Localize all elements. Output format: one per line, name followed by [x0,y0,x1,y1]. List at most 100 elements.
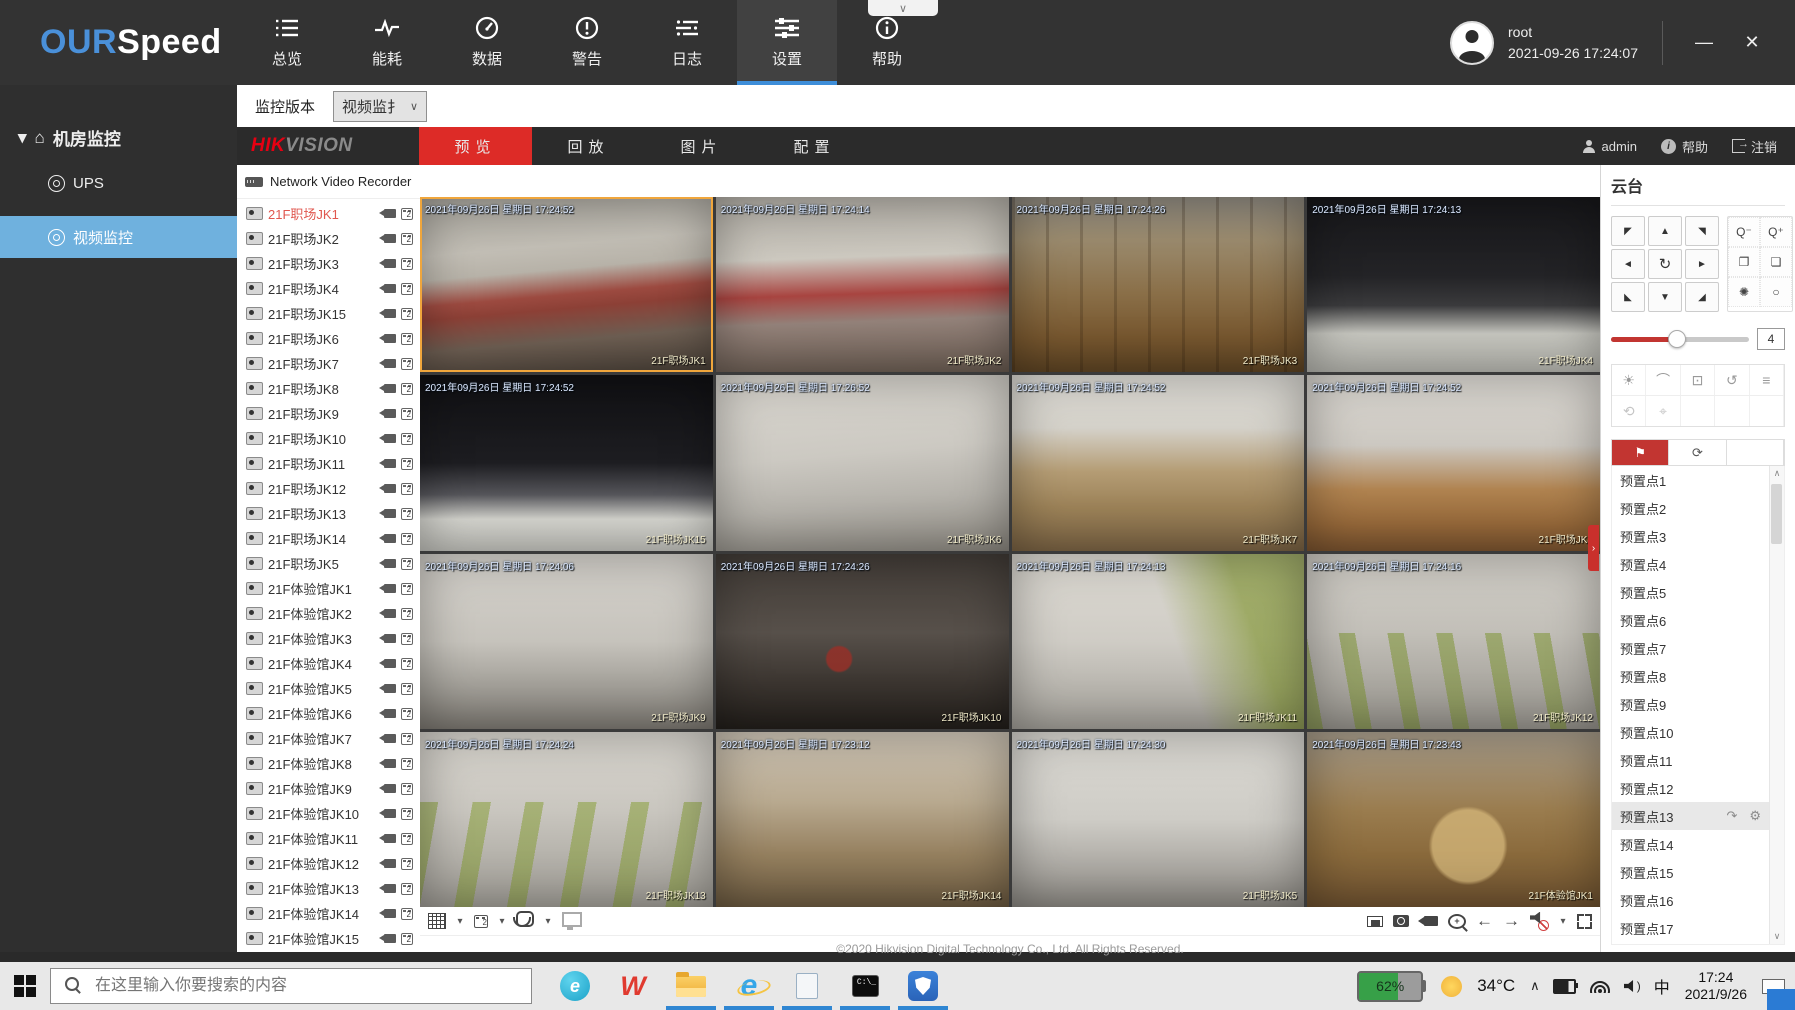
record-icon[interactable] [384,859,396,868]
camera-item[interactable]: 21F职场JK132 [237,501,420,526]
record-icon[interactable] [384,259,396,268]
record-icon[interactable] [384,734,396,743]
camera-item[interactable]: 21F体验馆JK42 [237,651,420,676]
pan-up-right-button[interactable]: ◥ [1685,216,1719,246]
digital-zoom-icon[interactable] [1448,914,1466,929]
sidebar-item-video-monitor[interactable]: 视频监控 [0,216,237,258]
preset-item[interactable]: 预置点6 [1612,606,1769,634]
preset-item[interactable]: 预置点4 [1612,550,1769,578]
preset-item[interactable]: 预置点8 [1612,662,1769,690]
help-link[interactable]: i 帮助 [1661,137,1708,156]
wiper-icon[interactable]: ⌒ [1646,365,1680,395]
taskbar-app-notepad[interactable] [778,962,836,1010]
pan-up-left-button[interactable]: ◤ [1611,216,1645,246]
record-icon[interactable] [384,809,396,818]
record-icon[interactable] [384,334,396,343]
tray-battery-icon[interactable] [1553,979,1576,994]
iris-close-button[interactable]: ✺ [1728,277,1760,307]
stream-select-icon[interactable]: 2 [401,508,413,520]
ptz-tab-patrol[interactable]: ⟳ [1669,440,1726,465]
video-tile[interactable]: 2021年09月26日 星期日 17:24:5221F职场JK7 [1012,375,1305,550]
top-chevron-tab[interactable]: ∨ [868,0,938,16]
stream-type-icon[interactable] [474,915,488,928]
layout-grid-icon[interactable] [428,913,446,929]
stream-select-icon[interactable]: 2 [401,908,413,920]
record-icon[interactable] [384,509,396,518]
nav-data[interactable]: 数据 [437,0,537,85]
nvr-header[interactable]: Network Video Recorder [237,165,420,199]
ptz-tab-pattern[interactable] [1727,440,1784,465]
tray-expand-icon[interactable]: ∧ [1530,978,1540,994]
camera-item[interactable]: 21F体验馆JK92 [237,776,420,801]
video-tile[interactable]: 2021年09月26日 星期日 17:24:0621F职场JK9 [420,554,713,729]
record-icon[interactable] [384,309,396,318]
pan-auto-icon[interactable]: ↺ [1715,365,1749,395]
record-icon[interactable] [384,909,396,918]
admin-link[interactable]: admin [1583,139,1637,154]
scroll-up-icon[interactable]: ∧ [1774,468,1781,479]
stream-select-icon[interactable]: 2 [401,533,413,545]
pan-down-button[interactable]: ▼ [1648,282,1682,312]
record-icon[interactable] [384,759,396,768]
record-icon[interactable] [384,434,396,443]
camera-item[interactable]: 21F体验馆JK112 [237,826,420,851]
stream-select-icon[interactable]: 2 [401,808,413,820]
stream-select-icon[interactable]: 2 [401,558,413,570]
video-tile[interactable]: 2021年09月26日 星期日 17:24:1621F职场JK12 [1307,554,1600,729]
next-page-icon[interactable]: → [1503,912,1520,930]
stream-select-icon[interactable]: 2 [401,483,413,495]
position-3d-icon[interactable]: ⌖ [1646,396,1680,426]
video-tile[interactable]: 2021年09月26日 星期日 17:24:1321F职场JK11 [1012,554,1305,729]
snapshot-icon[interactable] [1393,915,1409,927]
sidebar-item-ups[interactable]: UPS [0,162,237,204]
camera-item[interactable]: 21F职场JK122 [237,476,420,501]
nav-overview[interactable]: 总览 [237,0,337,85]
weather-sun-icon[interactable] [1441,976,1462,997]
preset-item[interactable]: 预置点13↷⚙ [1612,802,1769,830]
ptz-tab-preset[interactable]: ⚑ [1612,440,1669,465]
preset-item[interactable]: 预置点9 [1612,690,1769,718]
video-tile[interactable]: 2021年09月26日 星期日 17:24:5221F职场JK15 [420,375,713,550]
tab-picture[interactable]: 图片 [645,127,758,165]
preset-item[interactable]: 预置点11 [1612,746,1769,774]
focus-far-button[interactable]: ❐ [1728,247,1760,277]
stream-select-icon[interactable]: 2 [401,358,413,370]
stream-select-icon[interactable]: 2 [401,433,413,445]
record-icon[interactable] [384,559,396,568]
preset-item[interactable]: 预置点3 [1612,522,1769,550]
version-dropdown[interactable]: 视频监扌 ∨ [333,91,427,122]
taskbar-search[interactable] [50,968,532,1004]
preset-item[interactable]: 预置点1 [1612,466,1769,494]
blank-a-icon[interactable] [1681,396,1715,426]
slider-thumb[interactable] [1668,330,1686,348]
preset-item[interactable]: 预置点7 [1612,634,1769,662]
video-tile[interactable]: 2021年09月26日 星期日 17:24:5221F职场JK1 [420,197,713,372]
set-preset-icon[interactable]: ⚙ [1749,808,1761,824]
battery-widget[interactable]: 62% [1357,971,1426,1002]
taskbar-app-browser[interactable] [546,962,604,1010]
camera-item[interactable]: 21F体验馆JK122 [237,851,420,876]
video-tile[interactable]: 2021年09月26日 星期日 17:24:5221F职场JK8 [1307,375,1600,550]
close-button[interactable]: ✕ [1735,32,1769,53]
wifi-icon[interactable] [1589,979,1611,993]
video-tile[interactable]: 2021年09月26日 星期日 17:24:1421F职场JK2 [716,197,1009,372]
volume-icon[interactable]: ) [1624,979,1641,993]
camera-item[interactable]: 21F体验馆JK152 [237,926,420,951]
stream-select-icon[interactable]: 2 [401,308,413,320]
record-icon[interactable] [384,709,396,718]
preset-item[interactable]: 预置点17 [1612,914,1769,942]
camera-item[interactable]: 21F体验馆JK102 [237,801,420,826]
record-icon[interactable] [384,884,396,893]
preset-item[interactable]: 预置点15 [1612,858,1769,886]
camera-item[interactable]: 21F体验馆JK132 [237,876,420,901]
record-icon[interactable] [384,534,396,543]
camera-item[interactable]: 21F体验馆JK32 [237,626,420,651]
scrollbar-thumb[interactable] [1771,484,1782,544]
tab-preview[interactable]: 预览 [419,127,532,165]
taskbar-app-ie[interactable] [720,962,778,1010]
stream-select-icon[interactable]: 2 [401,333,413,345]
camera-item[interactable]: 21F职场JK102 [237,426,420,451]
record-icon[interactable] [384,609,396,618]
pan-up-button[interactable]: ▲ [1648,216,1682,246]
record-icon[interactable] [384,684,396,693]
